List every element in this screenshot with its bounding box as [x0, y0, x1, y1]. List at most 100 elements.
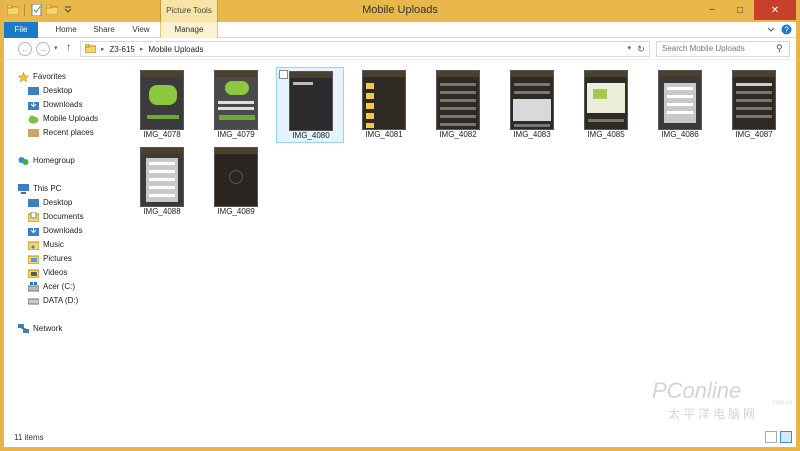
file-name: IMG_4081 [365, 130, 403, 139]
file-item[interactable]: IMG_4079 [202, 67, 270, 143]
watermark: PConline .com.cn 太平洋电脑网 [652, 378, 792, 424]
svg-text:?: ? [784, 26, 789, 35]
recent-locations-dropdown[interactable]: ▾ [54, 44, 58, 52]
nav-pc-desktop[interactable]: Desktop [28, 196, 72, 209]
file-name: IMG_4079 [217, 130, 255, 139]
nav-drive-c[interactable]: Acer (C:) [27, 280, 75, 293]
breadcrumb-separator: ▸ [101, 46, 105, 53]
file-item[interactable]: IMG_4085 [572, 67, 640, 143]
downloads-icon [28, 225, 39, 236]
file-item[interactable]: IMG_4089 [202, 144, 270, 220]
recent-places-icon [28, 128, 39, 138]
desktop-icon [28, 86, 39, 96]
desktop-icon [28, 198, 39, 208]
file-name: IMG_4088 [143, 207, 181, 216]
pictures-icon [27, 254, 40, 264]
selection-checkbox[interactable] [279, 70, 288, 79]
nav-network[interactable]: Network [18, 322, 62, 335]
file-item[interactable]: IMG_4082 [424, 67, 492, 143]
navigation-pane: Favorites Desktop Downloads Mobile Uploa… [4, 62, 112, 428]
cloud-app-graphic [149, 85, 177, 105]
maximize-button[interactable]: □ [726, 0, 754, 20]
tab-file[interactable]: File [4, 22, 38, 38]
details-view-icon[interactable] [765, 431, 777, 443]
file-item[interactable]: IMG_4086 [646, 67, 714, 143]
file-item[interactable]: IMG_4083 [498, 67, 566, 143]
minimize-button[interactable]: − [698, 0, 726, 20]
tab-share[interactable]: Share [86, 22, 122, 38]
file-item[interactable]: IMG_4078 [128, 67, 196, 143]
file-list: IMG_4078 IMG_4079 IMG_4080 IMG_4081 IMG_… [116, 62, 792, 428]
forward-button[interactable]: → [36, 42, 50, 56]
thumbnail-image [584, 70, 628, 130]
thumbnail-image [732, 70, 776, 130]
refresh-button[interactable]: ↻ [635, 43, 647, 55]
thumbnail-image [214, 147, 258, 207]
nav-documents[interactable]: Documents [27, 210, 83, 223]
windows-drive-icon [27, 281, 40, 292]
ribbon-tabs: File Home Share View Manage ? [4, 22, 796, 38]
file-name: IMG_4086 [661, 130, 699, 139]
nav-favorites[interactable]: Favorites [17, 70, 66, 83]
file-name: IMG_4087 [735, 130, 773, 139]
nav-downloads[interactable]: Downloads [28, 98, 83, 111]
downloads-icon [28, 99, 39, 110]
homegroup-icon [18, 156, 29, 166]
item-count: 11 items [14, 433, 44, 442]
file-item[interactable]: IMG_4087 [720, 67, 788, 143]
breadcrumb-z3-615[interactable]: Z3-615 [110, 45, 135, 54]
search-icon[interactable]: ⚲ [776, 43, 783, 54]
nav-pictures[interactable]: Pictures [27, 252, 72, 265]
tab-home[interactable]: Home [48, 22, 84, 38]
file-name: IMG_4078 [143, 130, 181, 139]
nav-recent-places[interactable]: Recent places [28, 126, 94, 139]
large-icons-view-icon[interactable] [780, 431, 792, 443]
close-button[interactable]: ✕ [754, 0, 796, 20]
nav-videos[interactable]: Videos [27, 266, 67, 279]
title-bar: Picture Tools Mobile Uploads − □ ✕ [4, 0, 796, 22]
drive-icon [27, 296, 40, 306]
nav-pc-downloads[interactable]: Downloads [28, 224, 83, 237]
nav-homegroup[interactable]: Homegroup [18, 154, 75, 167]
watermark-subtitle: 太平洋电脑网 [668, 407, 759, 421]
folder-icon [84, 43, 97, 55]
window-title: Mobile Uploads [362, 4, 438, 16]
up-button[interactable]: ↑ [66, 42, 71, 53]
thumbnail-image [510, 70, 554, 130]
address-bar[interactable]: ▸ Z3-615 ▸ Mobile Uploads ▾ ↻ [80, 41, 650, 57]
back-button[interactable]: ← [18, 42, 32, 56]
file-name: IMG_4082 [439, 130, 477, 139]
thumbnail-image [289, 71, 333, 131]
file-item[interactable]: IMG_4081 [350, 67, 418, 143]
view-switcher [765, 431, 792, 443]
nav-desktop[interactable]: Desktop [28, 84, 72, 97]
watermark-brand: PConline [652, 378, 742, 403]
videos-icon [27, 268, 40, 278]
file-item[interactable]: IMG_4088 [128, 144, 196, 220]
thumbnail-image [140, 147, 184, 207]
thumbnail-image [140, 70, 184, 130]
search-input[interactable]: Search Mobile Uploads [656, 41, 790, 57]
file-name: IMG_4089 [217, 207, 255, 216]
window-controls: − □ ✕ [698, 0, 796, 20]
chevron-down-icon[interactable] [767, 26, 775, 36]
nav-drive-d[interactable]: DATA (D:) [27, 294, 78, 307]
nav-music[interactable]: Music [27, 238, 64, 251]
thumbnail-image [436, 70, 480, 130]
network-icon [18, 323, 29, 334]
navigation-bar: ← → ▾ ↑ ▸ Z3-615 ▸ Mobile Uploads ▾ ↻ Se… [4, 38, 796, 60]
address-history-dropdown[interactable]: ▾ [627, 44, 631, 52]
thumbnail-image [658, 70, 702, 130]
star-icon [17, 71, 30, 82]
documents-icon [27, 211, 40, 222]
music-icon [27, 240, 40, 250]
tab-manage[interactable]: Manage [160, 22, 218, 38]
nav-mobile-uploads[interactable]: Mobile Uploads [28, 112, 98, 125]
help-icon[interactable]: ? [781, 24, 792, 37]
file-name: IMG_4085 [587, 130, 625, 139]
nav-this-pc[interactable]: This PC [18, 182, 61, 195]
breadcrumb-mobile-uploads[interactable]: Mobile Uploads [148, 45, 203, 54]
file-name: IMG_4080 [292, 131, 330, 140]
file-item-selected[interactable]: IMG_4080 [276, 67, 344, 143]
tab-view[interactable]: View [124, 22, 158, 38]
